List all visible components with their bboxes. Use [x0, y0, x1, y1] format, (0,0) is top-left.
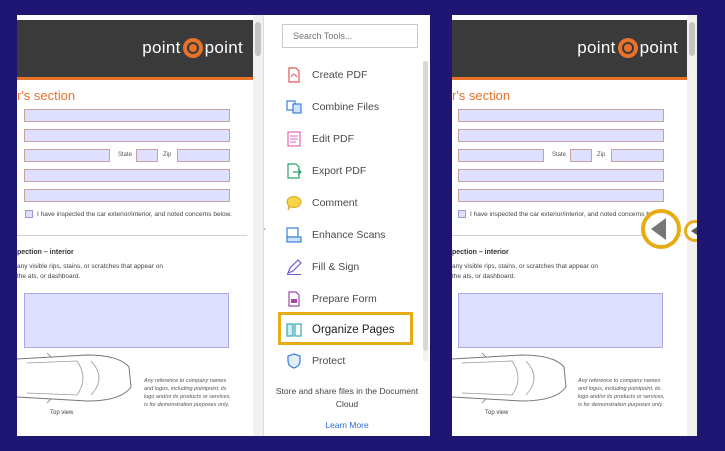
tool-label: Create PDF: [312, 69, 368, 81]
tools-scrollbar-thumb[interactable]: [423, 61, 428, 351]
tool-create-pdf[interactable]: Create PDF: [286, 67, 367, 83]
document-header: point point: [452, 20, 688, 80]
form-field-zip[interactable]: [177, 149, 230, 162]
document-view-right: point point r's section State Zip I have…: [452, 15, 697, 436]
form-field-4[interactable]: [458, 189, 664, 202]
tool-label: Prepare Form: [312, 293, 377, 305]
disclaimer-text: Any reference to company names and logos…: [144, 378, 231, 408]
brand-logo: point point: [577, 38, 678, 58]
form-field-1[interactable]: [458, 109, 664, 122]
export-pdf-icon: [287, 163, 302, 179]
form-field-2[interactable]: [24, 129, 230, 142]
learn-more-link[interactable]: Learn More: [264, 420, 430, 430]
tool-label: Fill & Sign: [312, 261, 360, 273]
inspected-checkbox-row[interactable]: I have inspected the car exterior/interi…: [458, 210, 665, 218]
logo-wheel-icon: [617, 38, 638, 58]
tools-scrollbar[interactable]: [423, 61, 428, 361]
form-field-1[interactable]: [24, 109, 230, 122]
state-label: State: [118, 152, 133, 158]
document-header: point point: [17, 20, 253, 80]
expand-tools-callout[interactable]: [641, 209, 681, 249]
form-field-state[interactable]: [136, 149, 158, 162]
enhance-scans-icon: [286, 227, 302, 243]
form-field-3[interactable]: [458, 169, 664, 182]
inspection-title: pection – interior: [452, 249, 509, 256]
inspected-checkbox-row[interactable]: I have inspected the car exterior/interi…: [25, 210, 232, 218]
collapse-pane-arrow-icon[interactable]: ▸: [264, 225, 266, 233]
prepare-form-icon: [288, 291, 300, 307]
inspected-checkbox[interactable]: [25, 210, 33, 218]
edit-pdf-icon: [287, 131, 301, 147]
document-cloud-text: Store and share files in the Document Cl…: [275, 386, 419, 409]
create-pdf-icon: [288, 67, 300, 83]
inspection-notes-field[interactable]: [24, 293, 229, 348]
form-field-city[interactable]: [24, 149, 110, 162]
inspection-text: any visible rips, stains, or scratches t…: [452, 263, 598, 280]
tool-label: Comment: [312, 197, 358, 209]
combine-files-icon: [286, 100, 302, 114]
brand-logo: point point: [142, 38, 243, 58]
protect-icon: [287, 353, 301, 369]
inspected-label: I have inspected the car exterior/interi…: [470, 210, 665, 218]
tool-fill-sign[interactable]: Fill & Sign: [286, 259, 359, 275]
pdf-page: point point r's section State Zip I have…: [17, 15, 253, 436]
document-scrollbar-thumb[interactable]: [255, 22, 261, 56]
section-title: r's section: [17, 88, 76, 103]
divider: [17, 235, 247, 236]
organize-pages-highlight: [278, 312, 413, 345]
expand-pane-arrow-small-icon: [691, 227, 697, 235]
tool-label: Export PDF: [312, 165, 367, 177]
form-field-zip[interactable]: [611, 149, 664, 162]
inspected-label: I have inspected the car exterior/interi…: [37, 210, 232, 218]
document-view-left: point point r's section State Zip I have…: [17, 15, 263, 436]
form-field-state[interactable]: [570, 149, 592, 162]
form-field-2[interactable]: [458, 129, 664, 142]
tool-label: Protect: [312, 355, 346, 367]
search-tools-input[interactable]: [282, 24, 418, 48]
top-view-label: Top view: [485, 410, 509, 416]
comment-icon: [286, 195, 302, 211]
tools-pane: ▸ Create PDF Combine Files Edit PDF Expo…: [263, 15, 430, 436]
logo-wheel-icon: [182, 38, 203, 58]
tool-enhance-scans[interactable]: Enhance Scans: [286, 227, 386, 243]
tool-combine-files[interactable]: Combine Files: [286, 99, 379, 115]
fill-sign-icon: [286, 259, 302, 275]
tool-label: Edit PDF: [312, 133, 355, 145]
expand-pane-arrow-icon: [651, 218, 666, 240]
inspected-checkbox[interactable]: [458, 210, 466, 218]
tool-protect[interactable]: Protect: [286, 353, 345, 369]
tool-comment[interactable]: Comment: [286, 195, 358, 211]
state-label: State: [552, 152, 567, 158]
zip-label: Zip: [163, 152, 172, 158]
top-view-label: Top view: [50, 410, 74, 416]
logo-text-left: point: [577, 38, 616, 57]
car-top-view-icon: [452, 352, 567, 404]
tool-edit-pdf[interactable]: Edit PDF: [286, 131, 354, 147]
inspection-title: pection – interior: [17, 249, 74, 256]
tool-export-pdf[interactable]: Export PDF: [286, 163, 366, 179]
tool-label: Combine Files: [312, 101, 380, 113]
tool-label: Enhance Scans: [312, 229, 386, 241]
disclaimer-text: Any reference to company names and logos…: [578, 378, 665, 408]
document-scrollbar[interactable]: [253, 15, 263, 436]
document-scrollbar-thumb[interactable]: [689, 22, 695, 56]
logo-text-left: point: [142, 38, 181, 57]
logo-text-right: point: [639, 38, 678, 57]
inspection-text: any visible rips, stains, or scratches t…: [17, 263, 163, 280]
inspection-notes-field[interactable]: [458, 293, 663, 348]
form-field-4[interactable]: [24, 189, 230, 202]
form-field-3[interactable]: [24, 169, 230, 182]
zip-label: Zip: [597, 152, 606, 158]
section-title: r's section: [452, 88, 511, 103]
form-field-city[interactable]: [458, 149, 544, 162]
logo-text-right: point: [204, 38, 243, 57]
car-top-view-icon: [17, 352, 132, 404]
tool-prepare-form[interactable]: Prepare Form: [286, 291, 377, 307]
